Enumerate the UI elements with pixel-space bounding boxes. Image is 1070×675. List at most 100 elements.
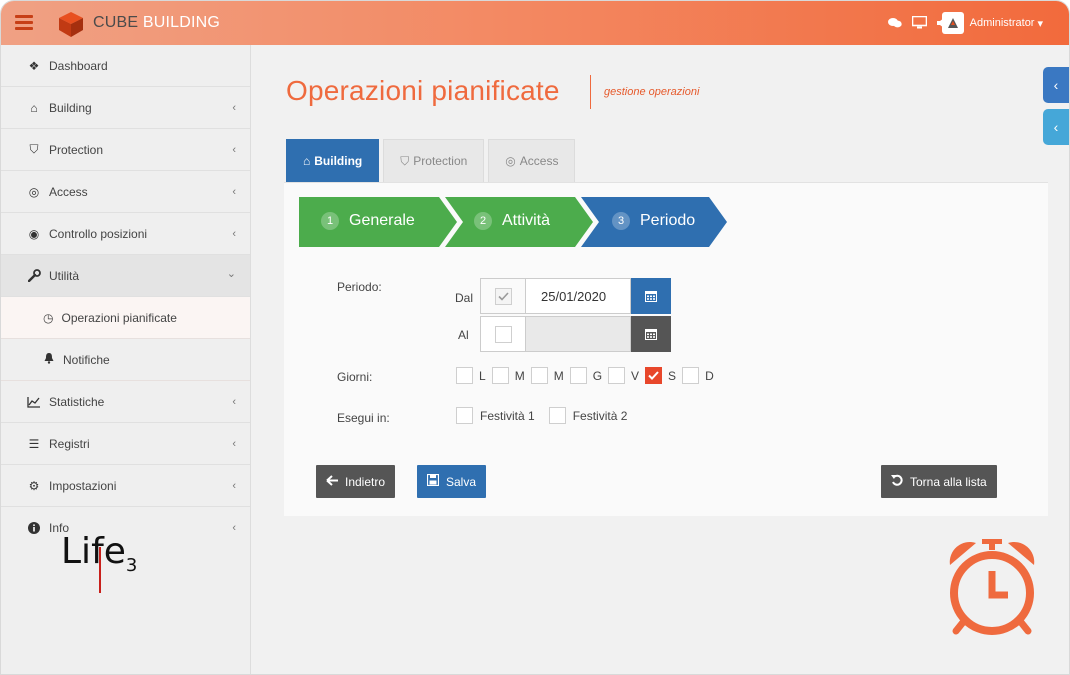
- sidebar-item-dashboard[interactable]: ❖ Dashboard: [1, 45, 250, 87]
- chevron-left-icon: ‹: [232, 438, 236, 450]
- day-checkbox-g[interactable]: G: [569, 367, 602, 384]
- step-label: Attività: [502, 212, 551, 229]
- checkbox: [456, 407, 473, 424]
- side-panel-toggle-2[interactable]: ‹: [1043, 109, 1069, 145]
- chevron-left-icon: ‹: [232, 480, 236, 492]
- al-checkbox[interactable]: [495, 326, 512, 343]
- dal-date-input[interactable]: 25/01/2020: [525, 278, 631, 314]
- page-subtitle: gestione operazioni: [604, 86, 700, 98]
- sidebar: ❖ Dashboard ⌂ Building ‹ ⛉ Protection ‹ …: [1, 45, 251, 674]
- life3-logo-e: e: [103, 531, 126, 572]
- checkbox: [608, 367, 626, 384]
- avatar-icon: [941, 12, 964, 34]
- user-caret-icon: ▾: [1037, 17, 1043, 30]
- save-button[interactable]: Salva: [417, 465, 487, 498]
- sidebar-item-impostazioni[interactable]: ⚙ Impostazioni ‹: [1, 465, 250, 507]
- eye-icon: ◉: [28, 226, 40, 241]
- tab-access[interactable]: ◎ Access: [488, 139, 576, 182]
- save-button-label: Salva: [446, 474, 477, 489]
- calendar-icon: [645, 291, 657, 302]
- dal-calendar-button[interactable]: [631, 278, 671, 314]
- day-checkbox-m2[interactable]: M: [530, 367, 564, 384]
- back-button[interactable]: Indietro: [316, 465, 396, 498]
- home-icon: ⌂: [303, 154, 311, 168]
- dal-checkbox[interactable]: [495, 288, 512, 305]
- side-panel-toggle-1[interactable]: ‹: [1043, 67, 1069, 103]
- life3-logo-f: f: [91, 531, 104, 572]
- shield-icon: ⛉: [29, 142, 39, 156]
- module-tabs: ⌂ Building ⛉ Protection ◎ Access: [286, 139, 579, 182]
- sidebar-item-label: Statistiche: [49, 394, 105, 409]
- step-number: 2: [474, 212, 492, 230]
- top-navbar: CUBE BUILDING Administrator ▾: [1, 1, 1069, 45]
- sidebar-item-protection[interactable]: ⛉ Protection ‹: [1, 129, 250, 171]
- dashboard-icon: ❖: [28, 58, 40, 73]
- monitor-icon[interactable]: [912, 16, 927, 29]
- sidebar-item-label: Impostazioni: [49, 478, 117, 493]
- dal-date-value: 25/01/2020: [541, 288, 607, 304]
- holiday-checkbox-1[interactable]: Festività 1: [456, 407, 535, 424]
- al-calendar-button[interactable]: [631, 316, 671, 352]
- sidebar-item-label: Utilità: [49, 268, 80, 283]
- sidebar-item-building[interactable]: ⌂ Building ‹: [1, 87, 250, 129]
- chevron-left-icon: ‹: [232, 144, 236, 156]
- clock-icon: ◷: [43, 310, 54, 325]
- back-button-label: Indietro: [345, 474, 386, 489]
- al-date-input: [525, 316, 631, 352]
- periodo-label: Periodo:: [337, 280, 382, 294]
- sidebar-item-access[interactable]: ◎ Access ‹: [1, 171, 250, 213]
- area-chart-icon: [27, 395, 41, 409]
- step-label: Periodo: [640, 212, 696, 229]
- checkbox: [530, 367, 548, 384]
- sidebar-subitem-notifiche[interactable]: Notifiche: [1, 339, 250, 381]
- undo-icon: [891, 474, 903, 489]
- cogs-icon: ⚙: [28, 478, 40, 493]
- sidebar-subitem-operazioni-pianificate[interactable]: ◷ Operazioni pianificate: [1, 297, 250, 339]
- chat-icon[interactable]: [888, 17, 902, 29]
- target-icon: ◎: [28, 184, 40, 199]
- esegui-label: Esegui in:: [337, 411, 390, 425]
- holiday-checkbox-2[interactable]: Festività 2: [548, 407, 627, 424]
- checkbox-checked: [645, 367, 663, 384]
- sidebar-item-statistiche[interactable]: Statistiche ‹: [1, 381, 250, 423]
- shield-icon: ⛉: [400, 153, 410, 168]
- dal-checkbox-box: [480, 278, 526, 314]
- home-icon: ⌂: [30, 100, 38, 115]
- chevron-left-icon: ‹: [232, 522, 236, 534]
- checkbox: [569, 367, 587, 384]
- page-title: Operazioni pianificate: [286, 75, 560, 106]
- life3-logo-prefix: Li: [61, 531, 92, 572]
- sidebar-item-utilita[interactable]: Utilità ⌄: [1, 255, 250, 297]
- holidays-row: Festività 1 Festività 2: [456, 407, 627, 424]
- calendar-icon: [645, 329, 657, 340]
- chevron-left-icon: ‹: [232, 186, 236, 198]
- day-checkbox-v[interactable]: V: [608, 367, 639, 384]
- sidebar-item-label: Notifiche: [63, 352, 110, 367]
- tab-building[interactable]: ⌂ Building: [286, 139, 380, 182]
- back-to-list-button[interactable]: Torna alla lista: [881, 465, 997, 498]
- day-checkbox-s[interactable]: S: [645, 367, 676, 384]
- step-number: 3: [612, 212, 630, 230]
- target-icon: ◎: [505, 154, 516, 168]
- title-divider: [590, 75, 591, 109]
- sidebar-item-registri[interactable]: ☰ Registri ‹: [1, 423, 250, 465]
- chevron-left-icon: ‹: [232, 102, 236, 114]
- day-checkbox-m1[interactable]: M: [491, 367, 525, 384]
- checkbox: [682, 367, 700, 384]
- user-menu[interactable]: Administrator ▾: [941, 12, 1043, 34]
- bell-icon: [43, 352, 55, 367]
- day-checkbox-d[interactable]: D: [682, 367, 714, 384]
- day-label: L: [479, 368, 486, 383]
- menu-toggle-icon[interactable]: [15, 15, 33, 30]
- step-periodo[interactable]: 3 Periodo: [612, 197, 695, 245]
- sidebar-item-controllo-posizioni[interactable]: ◉ Controllo posizioni ‹: [1, 213, 250, 255]
- check-icon: [648, 371, 659, 380]
- wrench-icon: [27, 269, 41, 283]
- tab-protection[interactable]: ⛉ Protection: [383, 139, 485, 182]
- tab-label: Protection: [413, 154, 468, 168]
- back-to-list-label: Torna alla lista: [910, 474, 987, 489]
- step-generale[interactable]: 1 Generale: [321, 197, 415, 245]
- step-attivita[interactable]: 2 Attività: [474, 197, 550, 245]
- brand-name[interactable]: CUBE BUILDING: [93, 14, 220, 32]
- day-checkbox-l[interactable]: L: [456, 367, 486, 384]
